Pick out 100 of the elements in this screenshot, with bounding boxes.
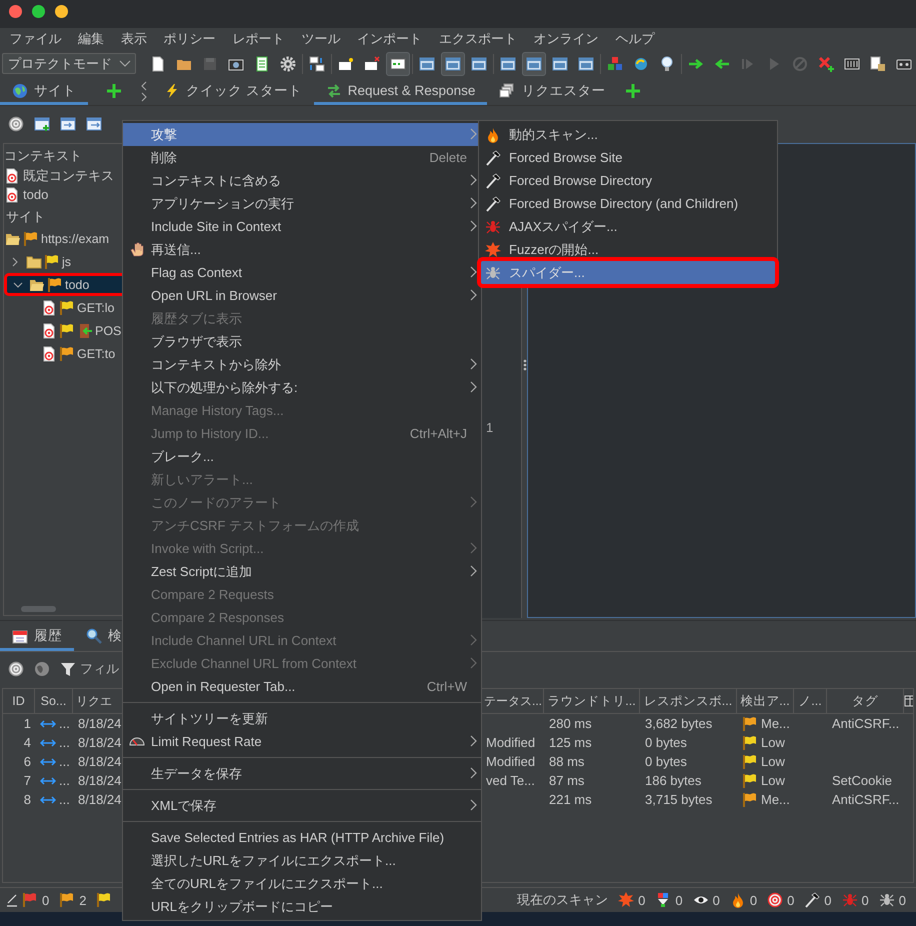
pen-icon <box>6 893 18 907</box>
window-control-icon[interactable] <box>32 5 45 18</box>
menu[interactable]: レポート <box>224 28 293 50</box>
menu-item[interactable]: ブレーク... <box>123 445 481 468</box>
menu-item[interactable]: URLをクリップボードにコピー <box>123 895 481 918</box>
hammer-icon <box>485 172 501 188</box>
toolbar-button[interactable] <box>386 52 410 76</box>
tab[interactable]: クイック スタート <box>152 77 314 105</box>
table-cell: Me... <box>761 792 790 807</box>
menu-item[interactable]: Forced Browse Directory <box>479 169 777 192</box>
menu-item[interactable]: Forced Browse Directory (and Children) <box>479 192 777 215</box>
add-icon[interactable] <box>106 83 122 99</box>
window-control-icon[interactable] <box>55 5 68 18</box>
table-cell: ... <box>59 754 70 769</box>
menu-item[interactable]: コンテキストから除外 <box>123 353 481 376</box>
expander-icon[interactable] <box>10 256 20 266</box>
door-icon <box>77 322 93 338</box>
menu-item[interactable]: 以下の処理から除外する: <box>123 376 481 399</box>
menu-item[interactable]: 生データを保存 <box>123 762 481 785</box>
menu-item[interactable]: ブラウザで表示 <box>123 330 481 353</box>
menu-item[interactable]: 選択したURLをファイルにエクスポート... <box>123 849 481 872</box>
column-header[interactable]: 検出ア... <box>737 689 794 713</box>
menu-item[interactable]: Forced Browse Site <box>479 146 777 169</box>
column-header[interactable]: ID <box>3 689 35 713</box>
column-header[interactable]: ラウンドトリ... <box>544 689 640 713</box>
shortcut-label: Ctrl+W <box>426 679 468 694</box>
folder-icon <box>26 254 42 270</box>
cross-plus-icon <box>818 56 834 72</box>
tab[interactable]: 検 <box>74 621 122 651</box>
globe-icon[interactable] <box>34 661 50 677</box>
menu-item[interactable]: Open in Requester Tab... Ctrl+W <box>123 675 481 698</box>
tree-node[interactable]: js <box>4 250 125 273</box>
expander-icon[interactable] <box>13 280 23 290</box>
table-cell: Low <box>761 754 785 769</box>
menu-item[interactable]: 全てのURLをファイルにエクスポート... <box>123 872 481 895</box>
hand-icon <box>129 241 145 257</box>
column-chooser-icon[interactable] <box>904 695 913 707</box>
tab[interactable]: 履歴 <box>0 621 74 651</box>
menu-item[interactable]: Include Site in Context <box>123 215 481 238</box>
burst-icon <box>618 892 634 908</box>
menu[interactable]: ヘルプ <box>607 28 663 50</box>
menu[interactable]: 表示 <box>112 28 156 50</box>
section-heading: サイト <box>5 208 46 226</box>
mode-dropdown[interactable]: プロテクトモード <box>2 53 136 74</box>
menu-item[interactable]: Limit Request Rate <box>123 730 481 753</box>
menu-item[interactable]: スパイダー... <box>477 257 779 288</box>
tree-node[interactable]: todo <box>4 273 125 296</box>
menu-item[interactable]: XMLで保存 <box>123 794 481 817</box>
prohibited-icon <box>792 56 808 72</box>
table-cell-text: 8/18/24 <box>77 716 122 731</box>
table-cell-text: 3,715 bytes <box>644 792 714 807</box>
tree-node[interactable]: GET:to <box>4 342 125 365</box>
menu-item[interactable]: Zest Scriptに追加 <box>123 560 481 583</box>
tab[interactable]: リクエスター <box>487 77 618 105</box>
menu-item[interactable]: サイトツリーを更新 <box>123 707 481 730</box>
column-header[interactable]: ノ... <box>794 689 827 713</box>
table-cell-text: 4 <box>22 735 32 750</box>
spider-icon <box>878 892 895 908</box>
tree-node[interactable]: POS <box>4 319 125 342</box>
menu-item[interactable]: コンテキストに含める <box>123 169 481 192</box>
menu-item[interactable]: 削除 Delete <box>123 146 481 169</box>
menu[interactable]: ポリシー <box>155 28 224 50</box>
toolbar-button[interactable] <box>522 52 546 76</box>
table-cell-text: 87 ms <box>548 773 586 788</box>
context-item[interactable]: 既定コンテキス <box>4 166 125 185</box>
target-icon[interactable] <box>8 661 24 677</box>
scrollbar-thumb[interactable] <box>21 606 56 612</box>
menu-item[interactable]: アプリケーションの実行 <box>123 192 481 215</box>
context-item[interactable]: todo <box>4 185 125 204</box>
section-heading: コンテキスト <box>4 147 83 165</box>
column-header[interactable]: タグ <box>827 689 904 713</box>
menu-item[interactable]: AJAXスパイダー... <box>479 215 777 238</box>
window-export-icon[interactable] <box>86 116 102 132</box>
menu-item[interactable]: Save Selected Entries as HAR (HTTP Archive File) <box>123 826 481 849</box>
window-import-icon[interactable] <box>60 116 76 132</box>
new-window-icon[interactable] <box>34 116 50 132</box>
menu-item[interactable]: 攻撃 <box>123 123 481 146</box>
column-header[interactable]: So... <box>35 689 73 713</box>
menu[interactable]: インポート <box>348 28 430 50</box>
tab[interactable]: サイト <box>0 77 88 105</box>
target-icon[interactable] <box>8 116 24 132</box>
note-icon <box>338 56 354 72</box>
add-icon[interactable] <box>625 83 642 99</box>
menu[interactable]: オンライン <box>525 28 608 50</box>
menu[interactable]: ツール <box>292 28 349 50</box>
tab-scroll-arrows-icon[interactable] <box>140 80 148 102</box>
window-control-icon[interactable] <box>9 5 22 18</box>
tree-node[interactable]: GET:lo <box>4 296 125 319</box>
menu[interactable]: エクスポート <box>430 28 526 50</box>
tree-node[interactable]: https://exam <box>4 227 125 250</box>
menu[interactable]: 編集 <box>70 28 113 50</box>
menu[interactable]: ファイル <box>1 28 70 50</box>
settings-icon <box>280 56 296 72</box>
splitter-handle-icon[interactable] <box>522 359 526 371</box>
toolbar-button[interactable] <box>441 52 465 76</box>
menu-item[interactable]: 動的スキャン... <box>479 123 777 146</box>
filter-label[interactable]: フィル <box>80 660 119 678</box>
tab[interactable]: Request & Response <box>314 77 488 105</box>
terminal-icon <box>390 56 406 72</box>
column-header[interactable]: レスポンスボ... <box>640 689 737 713</box>
